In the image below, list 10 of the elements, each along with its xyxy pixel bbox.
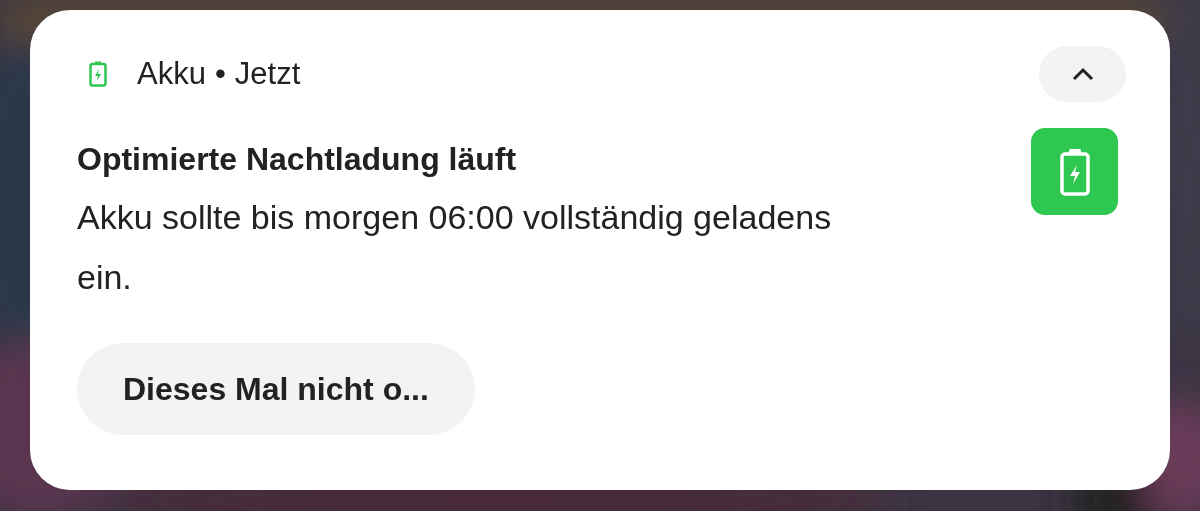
separator: • <box>214 56 226 92</box>
notification-title: Optimierte Nachtladung läuft <box>77 140 518 179</box>
chevron-up-icon <box>1071 67 1094 81</box>
battery-charging-icon <box>89 61 107 87</box>
notification-body: Akku sollte bis morgen 06:00 vollständig geladens ein. <box>77 197 833 298</box>
timestamp: Jetzt <box>234 56 301 92</box>
battery-charging-icon <box>1031 128 1118 215</box>
collapse-button[interactable] <box>1039 46 1126 102</box>
app-name: Akku <box>137 56 206 92</box>
action-button[interactable]: Dieses Mal nicht o... <box>77 343 475 435</box>
